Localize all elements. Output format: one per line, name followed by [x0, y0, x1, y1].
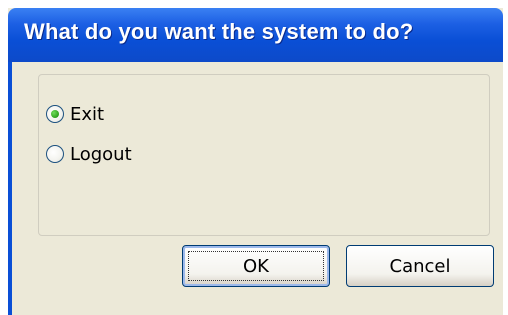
window-left-border — [8, 62, 12, 315]
radio-selected-dot — [51, 110, 59, 118]
dialog-titlebar[interactable]: What do you want the system to do? — [8, 8, 503, 62]
dialog-title: What do you want the system to do? — [24, 19, 414, 44]
ok-button[interactable]: OK — [182, 245, 330, 287]
radio-label-exit[interactable]: Exit — [70, 104, 104, 125]
radio-option-exit[interactable]: Exit — [46, 102, 104, 126]
shutdown-dialog: What do you want the system to do? Exit … — [8, 8, 503, 315]
cancel-button-label: Cancel — [389, 255, 451, 277]
radio-button-logout[interactable] — [46, 145, 64, 163]
radio-button-exit[interactable] — [46, 105, 64, 123]
focus-rectangle — [188, 251, 324, 281]
radio-option-logout[interactable]: Logout — [46, 142, 132, 166]
cancel-button[interactable]: Cancel — [346, 245, 494, 287]
radio-label-logout[interactable]: Logout — [70, 144, 132, 165]
